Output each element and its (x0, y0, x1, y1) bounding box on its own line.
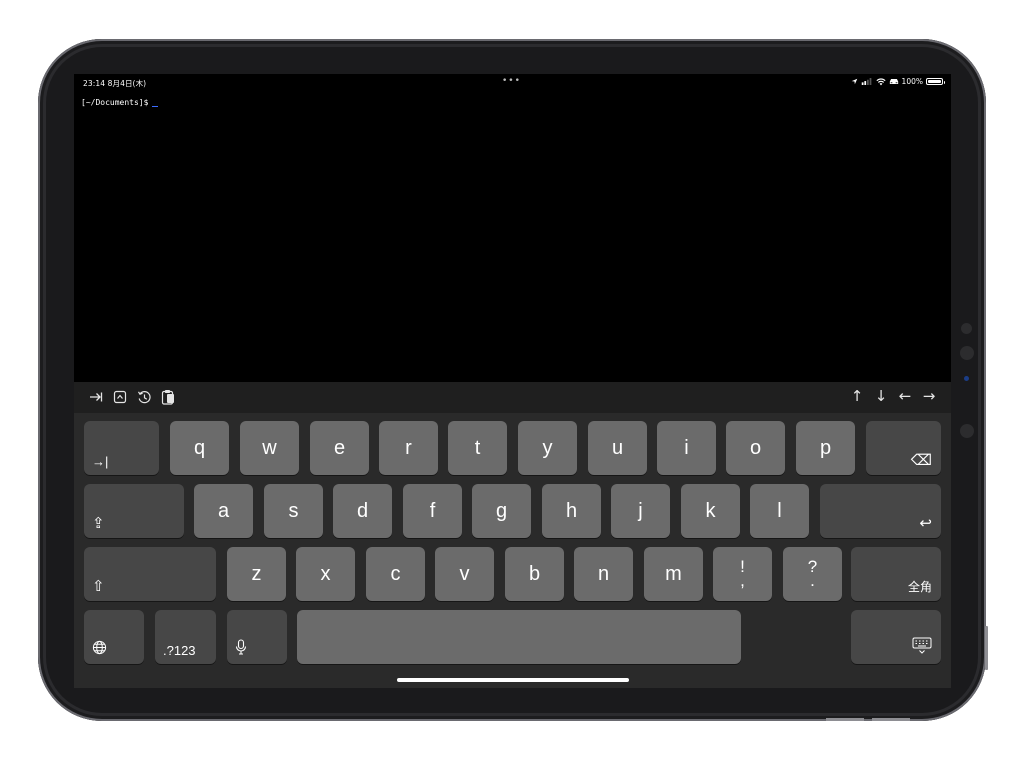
zenkaku-label: 全角 (907, 580, 932, 594)
arrow-up-key[interactable]: ↑ (849, 387, 865, 405)
key-g[interactable]: g (472, 484, 531, 538)
key-t[interactable]: t (448, 421, 507, 475)
text-cursor (152, 106, 159, 107)
key-d[interactable]: d (333, 484, 392, 538)
key-bottom-char: . (810, 571, 815, 590)
prompt-line: [~/Documents]$ (81, 98, 159, 107)
dictation-key[interactable] (227, 610, 287, 664)
paste-icon[interactable] (160, 388, 176, 406)
tab-key-label: →| (92, 454, 109, 469)
volume-button (985, 626, 988, 670)
control-icon[interactable] (112, 388, 128, 406)
signal-icon (861, 78, 871, 85)
history-icon[interactable] (136, 388, 152, 406)
key-x[interactable]: x (296, 547, 355, 601)
return-icon: ↩ (919, 515, 932, 532)
camera-dot (960, 346, 974, 360)
car-icon (889, 79, 898, 84)
software-keyboard: →| q w e r t y u i o p ⌫ ⇪ a s d f g h j… (74, 413, 951, 688)
camera-sensor (964, 376, 969, 381)
key-a[interactable]: a (194, 484, 253, 538)
key-j[interactable]: j (611, 484, 670, 538)
camera-dot (960, 424, 974, 438)
home-indicator[interactable] (397, 678, 629, 682)
key-s[interactable]: s (264, 484, 323, 538)
key-h[interactable]: h (542, 484, 601, 538)
return-key[interactable]: ↩ (820, 484, 941, 538)
space-bar[interactable] (297, 610, 741, 664)
globe-icon (92, 640, 107, 658)
zenkaku-key[interactable]: 全角 (851, 547, 941, 601)
key-k[interactable]: k (681, 484, 740, 538)
key-o[interactable]: o (726, 421, 785, 475)
key-dual-label: ? . (808, 558, 817, 590)
keyboard-dismiss-icon (912, 637, 932, 658)
tab-icon[interactable] (88, 388, 104, 406)
key-z[interactable]: z (227, 547, 286, 601)
numbers-key[interactable]: .?123 (155, 610, 216, 664)
battery-percent: 100% (901, 77, 923, 86)
location-icon (851, 78, 857, 85)
camera-dot (961, 323, 972, 334)
status-time: 23:14 8月4日(木) (83, 79, 147, 88)
microphone-icon (235, 639, 247, 658)
keyboard-accessory-bar: ↑ ↓ ← → (74, 382, 951, 413)
screen: 23:14 8月4日(木) ••• 100% [~/Documents]$ ↑ … (74, 74, 951, 688)
numbers-label: .?123 (163, 643, 196, 658)
key-r[interactable]: r (379, 421, 438, 475)
key-n[interactable]: n (574, 547, 633, 601)
top-button-right (872, 718, 910, 721)
key-u[interactable]: u (588, 421, 647, 475)
arrow-down-key[interactable]: ↓ (873, 387, 889, 405)
key-b[interactable]: b (505, 547, 564, 601)
key-q[interactable]: q (170, 421, 229, 475)
tab-key[interactable]: →| (84, 421, 159, 475)
status-icons: 100% (851, 77, 945, 86)
delete-icon: ⌫ (910, 452, 932, 469)
key-v[interactable]: v (435, 547, 494, 601)
wifi-icon (875, 77, 886, 85)
globe-key[interactable] (84, 610, 144, 664)
shift-icon: ⇧ (92, 578, 105, 595)
top-button-left (826, 718, 864, 721)
key-e[interactable]: e (310, 421, 369, 475)
dismiss-keyboard-key[interactable] (851, 610, 941, 664)
key-bottom-char: , (740, 571, 745, 590)
multitasking-dots[interactable]: ••• (502, 76, 521, 86)
shift-key-left[interactable]: ⇧ (84, 547, 216, 601)
arrow-right-key[interactable]: → (921, 387, 937, 405)
battery-icon (926, 78, 945, 85)
key-question-period[interactable]: ? . (783, 547, 842, 601)
key-f[interactable]: f (403, 484, 462, 538)
key-c[interactable]: c (366, 547, 425, 601)
key-y[interactable]: y (518, 421, 577, 475)
key-dual-label: ! , (740, 558, 745, 590)
key-l[interactable]: l (750, 484, 809, 538)
status-bar: 23:14 8月4日(木) ••• 100% (74, 74, 951, 90)
caps-lock-icon: ⇪ (92, 515, 105, 532)
arrow-left-key[interactable]: ← (897, 387, 913, 405)
caps-lock-key[interactable]: ⇪ (84, 484, 184, 538)
key-p[interactable]: p (796, 421, 855, 475)
key-i[interactable]: i (657, 421, 716, 475)
key-m[interactable]: m (644, 547, 703, 601)
terminal-area[interactable]: [~/Documents]$ (74, 90, 951, 382)
delete-key[interactable]: ⌫ (866, 421, 941, 475)
key-exclaim-comma[interactable]: ! , (713, 547, 772, 601)
shell-prompt: [~/Documents]$ (81, 98, 149, 107)
key-w[interactable]: w (240, 421, 299, 475)
